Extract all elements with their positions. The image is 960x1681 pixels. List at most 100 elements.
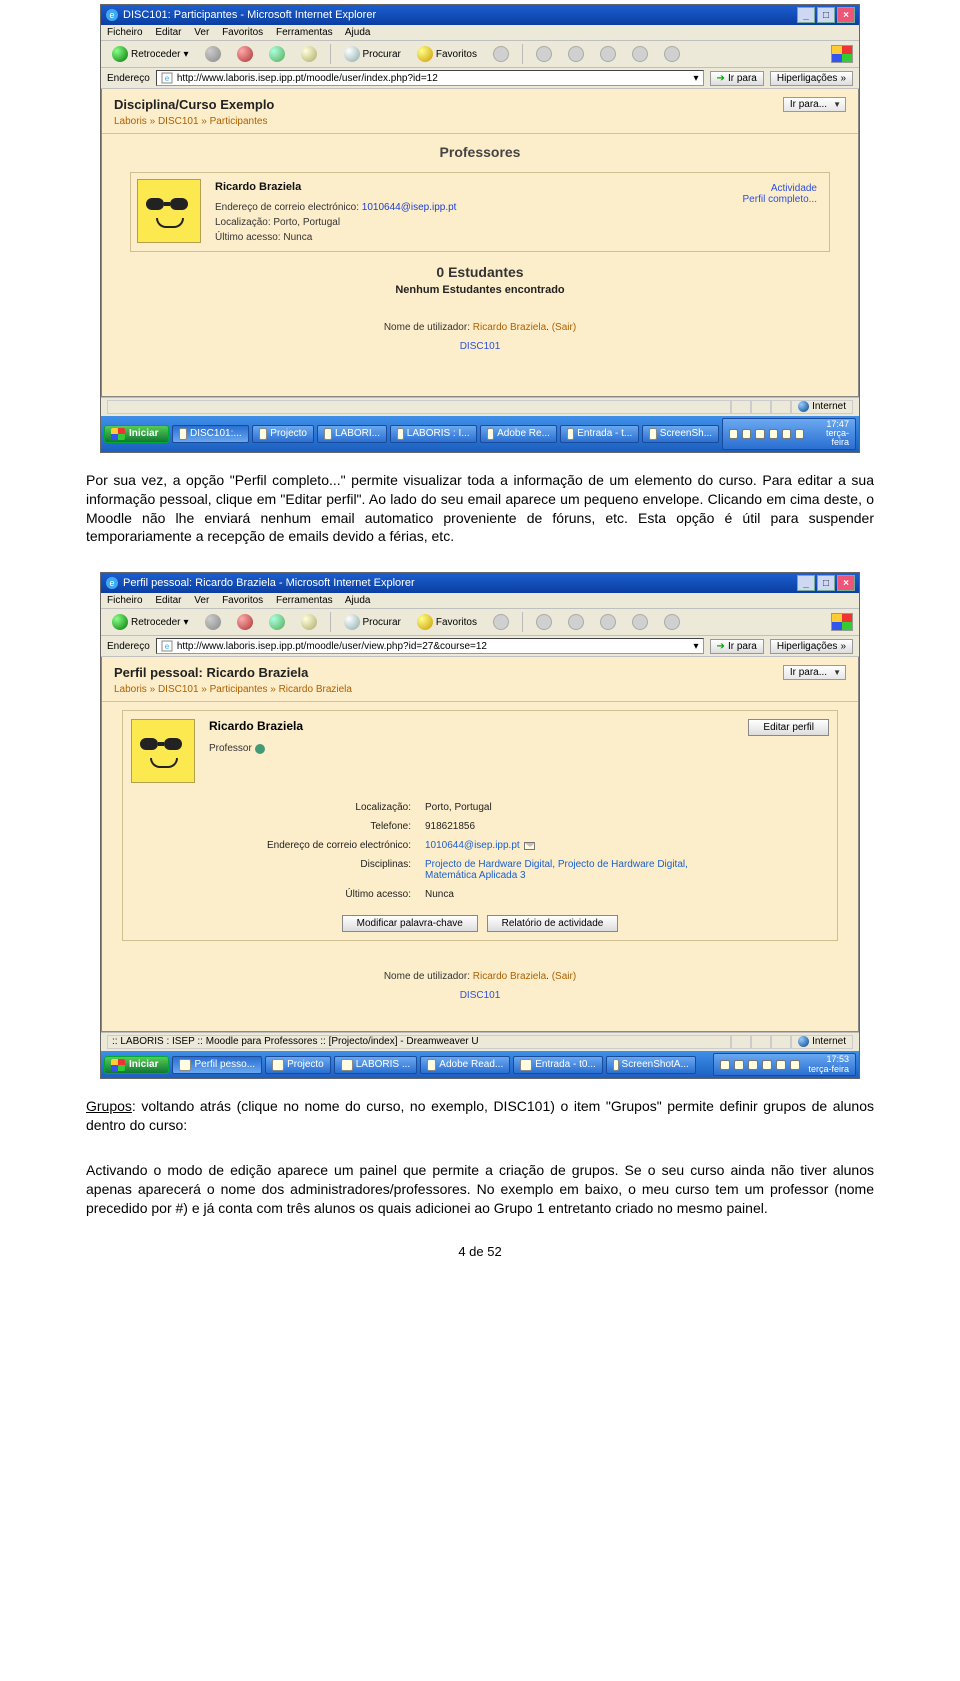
tray-icon[interactable] [762, 1060, 772, 1070]
menu-favoritos[interactable]: Favoritos [222, 27, 263, 38]
tb-extra-3[interactable] [595, 44, 621, 64]
crumb-participants[interactable]: Participantes [210, 684, 268, 695]
stop-button[interactable] [232, 612, 258, 632]
stop-button[interactable] [232, 44, 258, 64]
favorites-button[interactable]: Favoritos [412, 44, 482, 64]
link-full-profile[interactable]: Perfil completo... [743, 194, 817, 205]
disc-value[interactable]: Projecto de Hardware Digital, Projecto d… [425, 859, 688, 881]
menu-ferramentas[interactable]: Ferramentas [276, 595, 333, 606]
maximize-button[interactable]: □ [817, 575, 835, 591]
menu-favoritos[interactable]: Favoritos [222, 595, 263, 606]
activity-report-button[interactable]: Relatório de actividade [487, 915, 619, 932]
menu-editar[interactable]: Editar [155, 595, 181, 606]
tray-icon[interactable] [748, 1060, 758, 1070]
taskbar-item[interactable]: Adobe Read... [420, 1056, 510, 1074]
taskbar-item[interactable]: DISC101:... [172, 425, 248, 443]
refresh-button[interactable] [264, 612, 290, 632]
tray-icon[interactable] [755, 429, 764, 439]
menu-editar[interactable]: Editar [155, 27, 181, 38]
tb-extra-2[interactable] [563, 612, 589, 632]
home-button[interactable] [296, 612, 322, 632]
tray-icon[interactable] [795, 429, 804, 439]
links-button[interactable]: Hiperligações » [770, 639, 853, 654]
edit-profile-button[interactable]: Editar perfil [748, 719, 829, 736]
address-input[interactable]: e http://www.laboris.isep.ipp.pt/moodle/… [156, 70, 704, 86]
tb-extra-5[interactable] [659, 44, 685, 64]
tb-extra-2[interactable] [563, 44, 589, 64]
minimize-button[interactable]: _ [797, 575, 815, 591]
tb-extra-4[interactable] [627, 612, 653, 632]
tray-icon[interactable] [720, 1060, 730, 1070]
tb-extra-4[interactable] [627, 44, 653, 64]
forward-button[interactable] [200, 44, 226, 64]
envelope-icon[interactable] [524, 842, 535, 850]
taskbar-item[interactable]: ScreenShotA... [606, 1056, 696, 1074]
crumb-course[interactable]: DISC101 [158, 684, 199, 695]
taskbar-item[interactable]: LABORIS : I... [390, 425, 477, 443]
change-password-button[interactable]: Modificar palavra-chave [342, 915, 478, 932]
forward-button[interactable] [200, 612, 226, 632]
windows-taskbar: Iniciar DISC101:... Projecto LABORI... L… [101, 416, 859, 452]
search-button[interactable]: Procurar [339, 44, 406, 64]
tray-icon[interactable] [734, 1060, 744, 1070]
menu-ficheiro[interactable]: Ficheiro [107, 595, 143, 606]
go-button[interactable]: ➔Ir para [710, 71, 764, 86]
tray-icon[interactable] [782, 429, 791, 439]
tb-extra-1[interactable] [531, 44, 557, 64]
taskbar-item[interactable]: Projecto [265, 1056, 331, 1074]
start-button[interactable]: Iniciar [104, 1056, 169, 1074]
minimize-button[interactable]: _ [797, 7, 815, 23]
teacher-email[interactable]: 1010644@isep.ipp.pt [362, 202, 457, 213]
start-button[interactable]: Iniciar [104, 425, 169, 443]
footer-logout[interactable]: (Sair) [552, 322, 576, 333]
menu-ajuda[interactable]: Ajuda [345, 27, 371, 38]
tb-extra-5[interactable] [659, 612, 685, 632]
menu-ver[interactable]: Ver [194, 595, 209, 606]
tb-extra-3[interactable] [595, 612, 621, 632]
mail-value[interactable]: 1010644@isep.ipp.pt [425, 840, 520, 851]
menu-ver[interactable]: Ver [194, 27, 209, 38]
close-button[interactable]: × [837, 7, 855, 23]
footer-course-link[interactable]: DISC101 [102, 341, 858, 352]
jump-to-select[interactable]: Ir para... [783, 665, 846, 680]
media-button[interactable] [488, 612, 514, 632]
tray-icon[interactable] [776, 1060, 786, 1070]
home-button[interactable] [296, 44, 322, 64]
taskbar-item[interactable]: ScreenSh... [642, 425, 719, 443]
crumb-root[interactable]: Laboris [114, 684, 147, 695]
jump-to-select[interactable]: Ir para... [783, 97, 846, 112]
tb-extra-1[interactable] [531, 612, 557, 632]
links-button[interactable]: Hiperligações » [770, 71, 853, 86]
menu-ajuda[interactable]: Ajuda [345, 595, 371, 606]
taskbar-item[interactable]: Entrada - t... [560, 425, 639, 443]
taskbar-item[interactable]: LABORI... [317, 425, 387, 443]
media-button[interactable] [488, 44, 514, 64]
taskbar-item[interactable]: Entrada - t0... [513, 1056, 603, 1074]
back-button[interactable]: Retroceder ▾ [107, 612, 194, 632]
taskbar-item[interactable]: Perfil pesso... [172, 1056, 262, 1074]
back-button[interactable]: Retroceder ▾ [107, 44, 194, 64]
footer-user-name[interactable]: Ricardo Braziela [473, 322, 546, 333]
taskbar-item[interactable]: LABORIS ... [334, 1056, 417, 1074]
taskbar-item[interactable]: Projecto [252, 425, 314, 443]
maximize-button[interactable]: □ [817, 7, 835, 23]
footer-user-name[interactable]: Ricardo Braziela [473, 971, 546, 982]
tray-icon[interactable] [769, 429, 778, 439]
crumb-root[interactable]: Laboris [114, 116, 147, 127]
tray-icon[interactable] [742, 429, 751, 439]
crumb-course[interactable]: DISC101 [158, 116, 199, 127]
search-button[interactable]: Procurar [339, 612, 406, 632]
tray-icon[interactable] [790, 1060, 800, 1070]
address-input[interactable]: e http://www.laboris.isep.ipp.pt/moodle/… [156, 638, 704, 654]
go-button[interactable]: ➔Ir para [710, 639, 764, 654]
menu-ferramentas[interactable]: Ferramentas [276, 27, 333, 38]
close-button[interactable]: × [837, 575, 855, 591]
favorites-button[interactable]: Favoritos [412, 612, 482, 632]
link-activity[interactable]: Actividade [743, 183, 817, 194]
menu-ficheiro[interactable]: Ficheiro [107, 27, 143, 38]
refresh-button[interactable] [264, 44, 290, 64]
footer-course-link[interactable]: DISC101 [102, 990, 858, 1001]
taskbar-item[interactable]: Adobe Re... [480, 425, 557, 443]
footer-logout[interactable]: (Sair) [552, 971, 576, 982]
tray-icon[interactable] [729, 429, 738, 439]
